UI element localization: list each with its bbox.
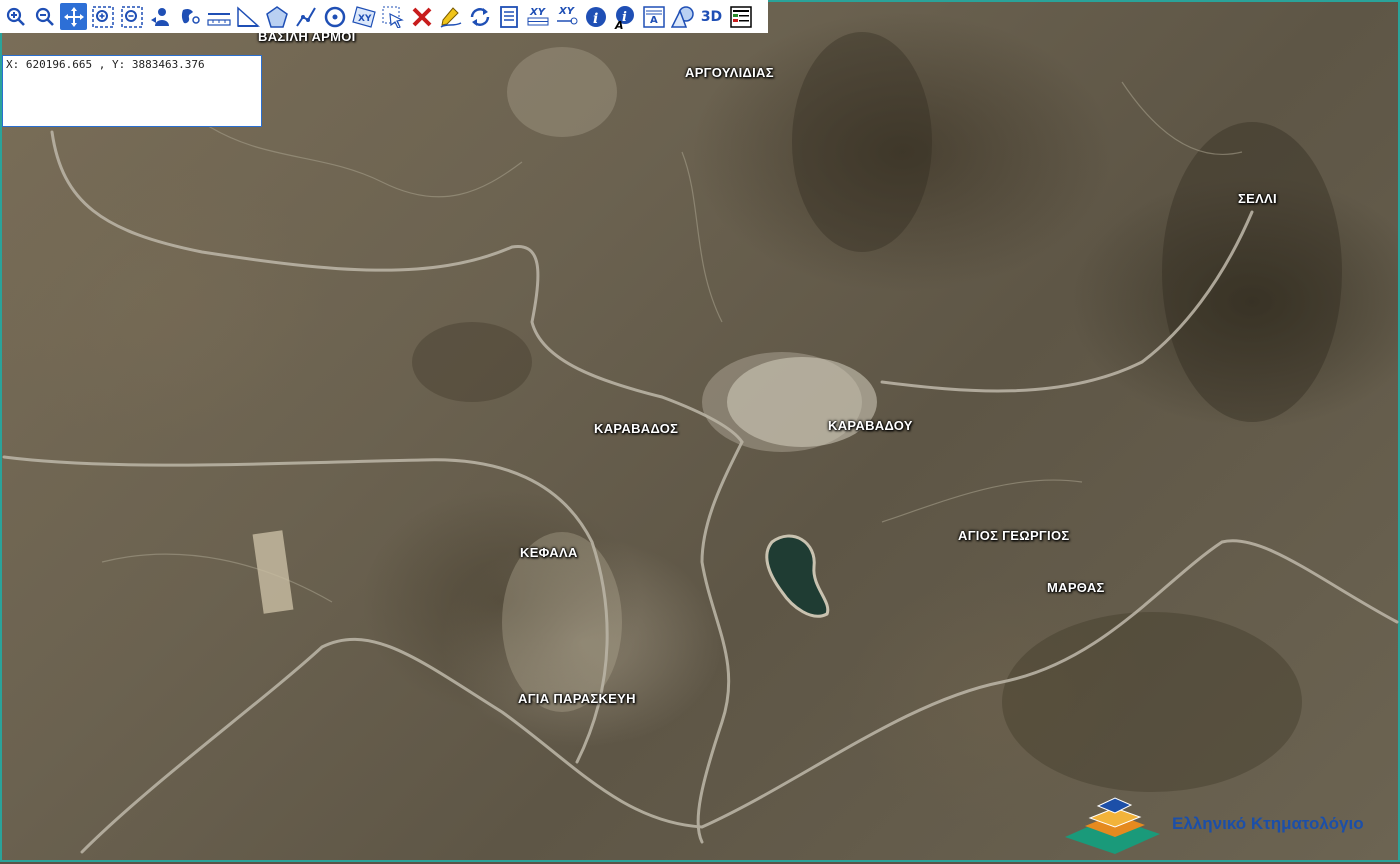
ktimatologio-logo: Ελληνικό Κτηματολόγιο <box>1065 792 1400 854</box>
map-features <box>2 32 1399 854</box>
map-label-karavados: ΚΑΡΑΒΑΔΟΣ <box>594 421 679 436</box>
xy-table-icon[interactable]: XY <box>524 3 551 30</box>
zoom-box-icon[interactable] <box>89 3 116 30</box>
coordinates-readout: X: 620196.665 , Y: 3883463.376 <box>6 58 205 71</box>
user-location-icon[interactable] <box>147 3 174 30</box>
map-label-selli: ΣΕΛΛΙ <box>1238 191 1277 206</box>
map-label-marthas: ΜΑΡΘΑΣ <box>1047 580 1105 595</box>
coordinates-panel: X: 620196.665 , Y: 3883463.376 <box>2 55 262 127</box>
map-label-kefala: ΚΕΦΑΛΑ <box>520 545 578 560</box>
polygon-icon[interactable] <box>263 3 290 30</box>
info-text-icon[interactable]: iA <box>611 3 638 30</box>
reservoir <box>765 534 830 618</box>
svg-text:XY: XY <box>358 14 372 24</box>
polyline-icon[interactable] <box>292 3 319 30</box>
xy-goto-label: XY <box>559 6 574 17</box>
circle-icon[interactable] <box>321 3 348 30</box>
tracks <box>101 81 1243 603</box>
map-label-agia-paraskevi: ΑΓΙΑ ΠΑΡΑΣΚΕΥΗ <box>518 691 636 706</box>
map-label-karavadou: ΚΑΡΑΒΑΔΟΥ <box>828 418 913 433</box>
village-karavados <box>727 357 877 447</box>
aerial-map[interactable]: ΒΑΣΙΛΗ ΑΡΜΟΙ ΑΡΓΟΥΛΙΔΙΑΣ ΣΕΛΛΙ ΚΑΡΑΒΑΔΟΣ… <box>0 0 1400 862</box>
measure-distance-icon[interactable] <box>205 3 232 30</box>
info-icon[interactable]: i <box>582 3 609 30</box>
map-label-argoulidias: ΑΡΓΟΥΛΙΔΙΑΣ <box>685 65 774 80</box>
road-north <box>50 130 744 444</box>
label-tool-letter: A <box>650 15 658 26</box>
quarry-field <box>252 530 294 614</box>
3d-icon[interactable]: 3D <box>698 3 725 30</box>
legend-icon[interactable] <box>727 3 754 30</box>
map-label-agios-georgios: ΑΓΙΟΣ ΓΕΩΡΓΙΟΣ <box>958 528 1070 543</box>
3d-label: 3D <box>700 8 723 25</box>
svg-text:i: i <box>593 11 598 27</box>
map-toolbar: XY XY XY i iA A 3D <box>0 0 768 33</box>
globe-icon[interactable] <box>176 3 203 30</box>
terrain-patches <box>412 32 1342 792</box>
select-arrow-icon[interactable] <box>379 3 406 30</box>
measure-angle-icon[interactable] <box>234 3 261 30</box>
logo-mark-icon <box>1065 797 1160 854</box>
select-xy-icon[interactable]: XY <box>350 3 377 30</box>
shape-icon[interactable] <box>669 3 696 30</box>
logo-text: Ελληνικό Κτηματολόγιο <box>1172 814 1364 833</box>
label-icon[interactable]: A <box>640 3 667 30</box>
xy-table-label: XY <box>530 6 545 18</box>
document-icon[interactable] <box>495 3 522 30</box>
clear-icon[interactable] <box>408 3 435 30</box>
road-village <box>696 440 744 844</box>
edit-pencil-icon[interactable] <box>437 3 464 30</box>
zoom-out-icon[interactable] <box>31 3 58 30</box>
zoom-in-icon[interactable] <box>2 3 29 30</box>
zoom-extent-icon[interactable] <box>118 3 145 30</box>
pan-icon[interactable] <box>60 3 87 30</box>
xy-goto-icon[interactable]: XY <box>553 3 580 30</box>
svg-text:A: A <box>614 19 624 29</box>
refresh-icon[interactable] <box>466 3 493 30</box>
